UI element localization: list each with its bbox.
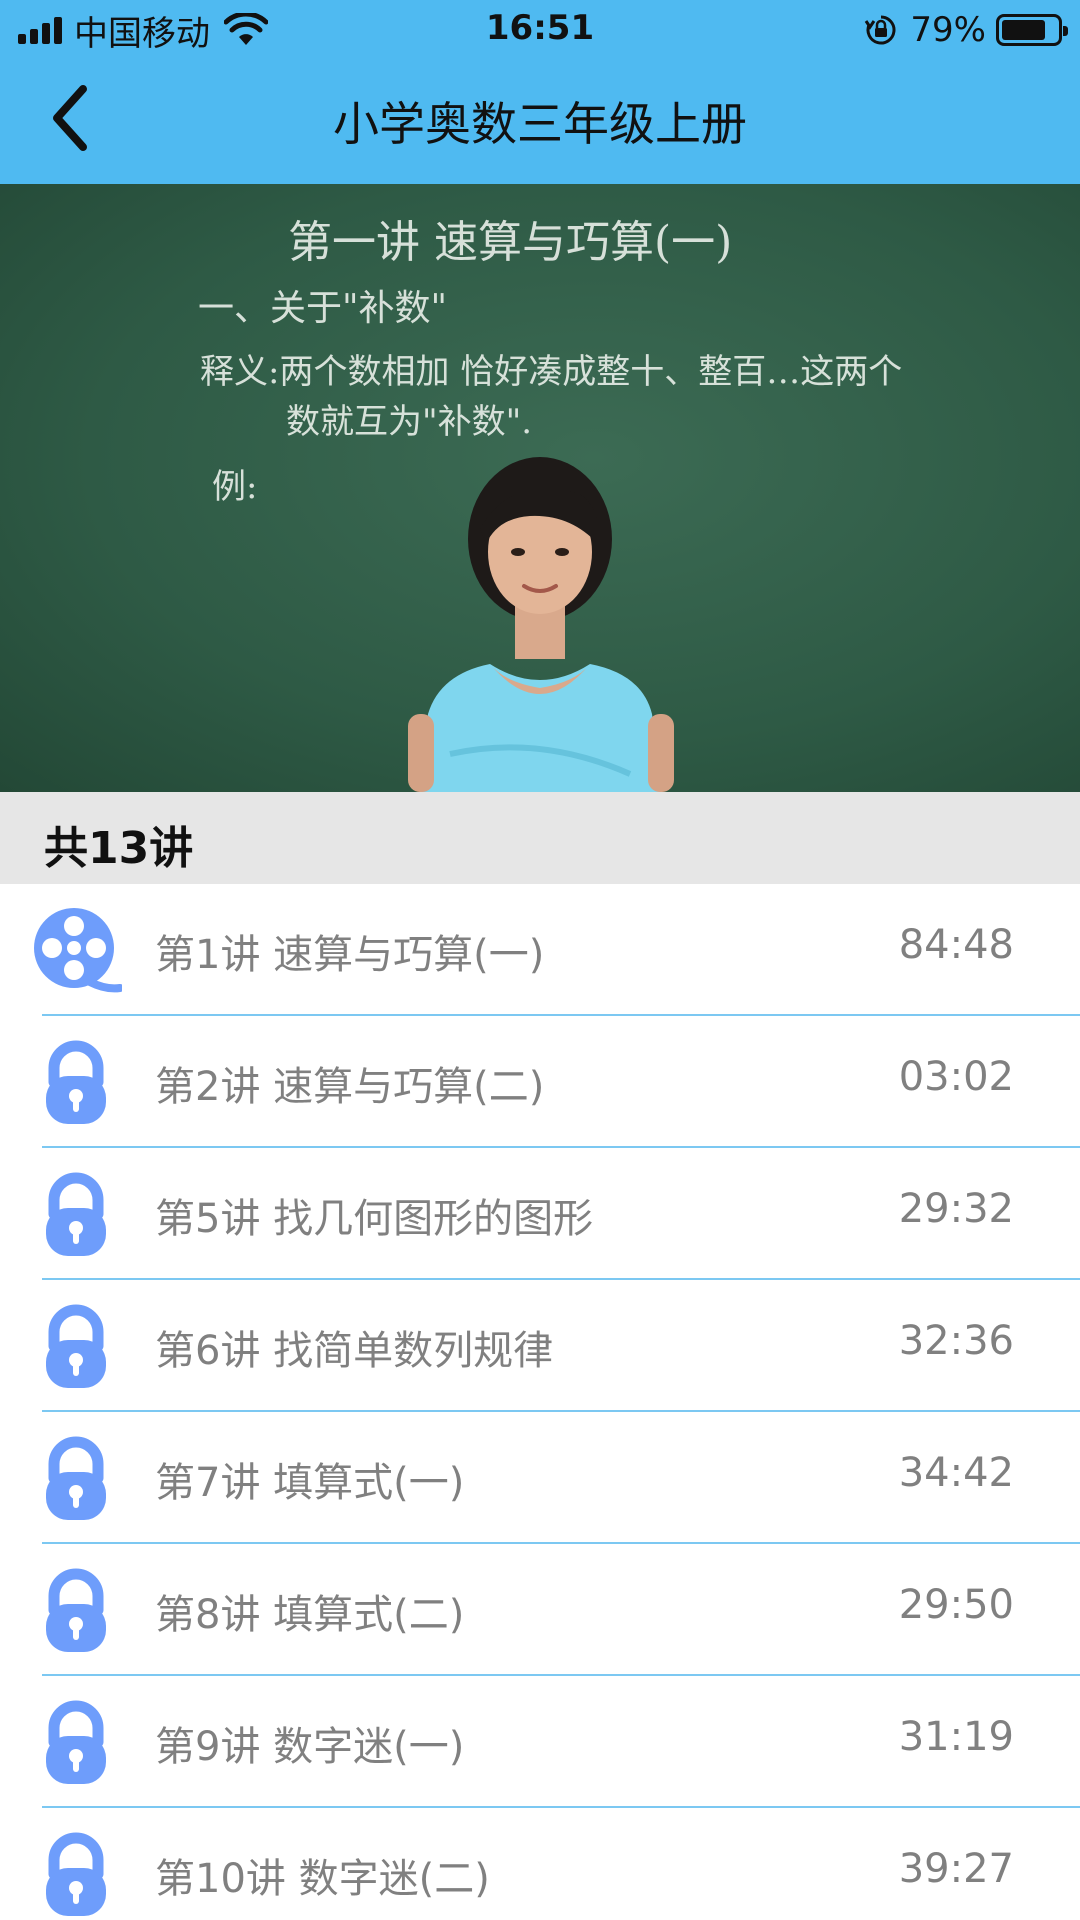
lesson-title: 第2讲 速算与巧算(二) — [155, 1064, 545, 1110]
page-title: 小学奥数三年级上册 — [333, 97, 747, 151]
video-player[interactable]: 第一讲 速算与巧算(一) 一、关于"补数" 释义:两个数相加 恰好凑成整十、整百… — [0, 184, 1080, 792]
lock-icon — [30, 1828, 122, 1920]
board-line: 一、关于"补数" — [198, 288, 448, 329]
lesson-duration: 29:50 — [898, 1582, 1014, 1628]
lesson-duration: 84:48 — [898, 922, 1014, 968]
lock-icon — [30, 1432, 122, 1524]
lesson-title: 第10讲 数字迷(二) — [155, 1856, 490, 1902]
lock-icon — [30, 1696, 122, 1788]
top-bar: 中国移动 16:51 79% 小学奥数三年级上册 — [0, 0, 1080, 184]
battery-icon — [996, 14, 1068, 46]
lesson-title: 第5讲 找几何图形的图形 — [155, 1196, 594, 1242]
lesson-title: 第8讲 填算式(二) — [155, 1592, 465, 1638]
lock-icon — [30, 1036, 122, 1128]
lesson-count-header: 共13讲 — [0, 792, 1080, 884]
film-reel-icon — [30, 904, 124, 996]
nav-bar: 小学奥数三年级上册 — [0, 60, 1080, 184]
lesson-duration: 03:02 — [898, 1054, 1014, 1100]
lesson-row[interactable]: 第6讲 找简单数列规律 32:36 — [0, 1280, 1080, 1412]
lock-icon — [30, 1300, 122, 1392]
lesson-title: 第1讲 速算与巧算(一) — [155, 932, 545, 978]
lesson-duration: 34:42 — [898, 1450, 1014, 1496]
teacher-image — [408, 457, 674, 792]
board-line: 释义:两个数相加 恰好凑成整十、整百…这两个 — [200, 352, 903, 392]
board-line: 第一讲 速算与巧算(一) — [288, 217, 733, 268]
lesson-row[interactable]: 第5讲 找几何图形的图形 29:32 — [0, 1148, 1080, 1280]
battery-nub — [1063, 26, 1068, 36]
lesson-title: 第7讲 填算式(一) — [155, 1460, 465, 1506]
battery-percent: 79% — [910, 10, 986, 50]
lesson-duration: 29:32 — [898, 1186, 1014, 1232]
lesson-duration: 31:19 — [898, 1714, 1014, 1760]
lesson-list: 第1讲 速算与巧算(一) 84:48 第2讲 速算与巧算(二) 03:02 第5… — [0, 884, 1080, 1920]
lesson-title: 第6讲 找简单数列规律 — [155, 1328, 554, 1374]
lock-icon — [30, 1564, 122, 1656]
board-line: 例: — [212, 467, 258, 507]
lock-icon — [30, 1168, 122, 1260]
lesson-row[interactable]: 第9讲 数字迷(一) 31:19 — [0, 1676, 1080, 1808]
status-bar: 中国移动 16:51 79% — [0, 0, 1080, 60]
lesson-count: 共13讲 — [44, 823, 194, 874]
lesson-row[interactable]: 第10讲 数字迷(二) 39:27 — [0, 1808, 1080, 1920]
lesson-duration: 39:27 — [898, 1846, 1014, 1892]
lesson-row[interactable]: 第7讲 填算式(一) 34:42 — [0, 1412, 1080, 1544]
lesson-duration: 32:36 — [898, 1318, 1014, 1364]
status-right: 79% — [864, 8, 1068, 52]
battery-fill — [1002, 20, 1045, 40]
rotation-lock-icon — [865, 15, 896, 45]
lesson-row[interactable]: 第8讲 填算式(二) 29:50 — [0, 1544, 1080, 1676]
lesson-row[interactable]: 第2讲 速算与巧算(二) 03:02 — [0, 1016, 1080, 1148]
lesson-title: 第9讲 数字迷(一) — [155, 1724, 465, 1770]
lesson-row[interactable]: 第1讲 速算与巧算(一) 84:48 — [0, 884, 1080, 1016]
